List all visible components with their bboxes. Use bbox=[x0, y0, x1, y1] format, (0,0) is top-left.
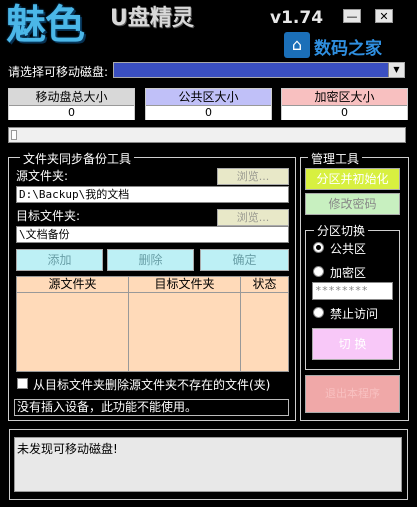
app-logo-subtitle: U盘精灵 bbox=[110, 6, 194, 31]
source-folder-input[interactable]: D:\Backup\我的文档 bbox=[16, 186, 289, 203]
delete-missing-checkbox[interactable] bbox=[17, 378, 28, 389]
stat-title: 公共区大小 bbox=[146, 89, 271, 106]
close-button[interactable]: ✕ bbox=[375, 9, 393, 23]
radio-encrypted[interactable] bbox=[313, 266, 324, 277]
brand-link[interactable]: ⌂ 数码之家 bbox=[284, 32, 410, 59]
backup-group-title: 文件夹同步备份工具 bbox=[20, 150, 135, 167]
disk-select[interactable]: ▼ bbox=[113, 62, 405, 78]
column-header-source[interactable]: 源文件夹 bbox=[17, 277, 129, 293]
stat-value: 0 bbox=[146, 106, 271, 120]
minimize-button[interactable]: — bbox=[343, 9, 361, 23]
radio-forbid-label: 禁止访问 bbox=[330, 307, 379, 321]
scroll-thumb[interactable] bbox=[11, 130, 17, 140]
delete-missing-label: 从目标文件夹删除源文件夹不存在的文件(夹) bbox=[33, 378, 271, 392]
stat-title: 移动盘总大小 bbox=[9, 89, 134, 106]
target-folder-input[interactable]: \文档备份 bbox=[16, 226, 289, 243]
radio-encrypted-label: 加密区 bbox=[330, 266, 367, 280]
log-text: 未发现可移动磁盘! bbox=[14, 437, 402, 492]
browse-target-button[interactable]: 浏览... bbox=[217, 209, 289, 226]
stat-value: 0 bbox=[9, 106, 134, 120]
home-icon: ⌂ bbox=[284, 32, 310, 58]
manage-group-title: 管理工具 bbox=[308, 150, 363, 167]
brand-text: 数码之家 bbox=[314, 39, 382, 59]
progress-scrollbar[interactable] bbox=[8, 127, 406, 143]
add-button[interactable]: 添加 bbox=[16, 249, 103, 271]
eject-button[interactable]: 退出本程序 bbox=[305, 375, 400, 413]
stat-encrypted-size: 加密区大小 0 bbox=[281, 88, 408, 120]
source-folder-label: 源文件夹: bbox=[16, 169, 69, 183]
app-logo: 魅色 bbox=[6, 2, 85, 48]
partition-init-button[interactable]: 分区并初始化 bbox=[305, 168, 400, 190]
radio-public-label: 公共区 bbox=[330, 242, 367, 256]
delete-button[interactable]: 删除 bbox=[107, 249, 194, 271]
stat-public-size: 公共区大小 0 bbox=[145, 88, 272, 120]
switch-group-title: 分区切换 bbox=[314, 222, 369, 239]
column-header-target[interactable]: 目标文件夹 bbox=[129, 277, 241, 293]
confirm-button[interactable]: 确定 bbox=[200, 249, 289, 271]
disk-select-label: 请选择可移动磁盘: bbox=[8, 65, 109, 79]
browse-source-button[interactable]: 浏览... bbox=[217, 168, 289, 185]
stat-total-size: 移动盘总大小 0 bbox=[8, 88, 135, 120]
backup-status-text: 没有插入设备，此功能不能使用。 bbox=[14, 399, 289, 416]
target-folder-label: 目标文件夹: bbox=[16, 209, 81, 223]
password-input[interactable]: ******** bbox=[312, 282, 393, 300]
change-password-button[interactable]: 修改密码 bbox=[305, 193, 400, 215]
column-header-status[interactable]: 状态 bbox=[241, 277, 288, 293]
stat-title: 加密区大小 bbox=[282, 89, 407, 106]
radio-public[interactable] bbox=[313, 242, 324, 253]
stat-value: 0 bbox=[282, 106, 407, 120]
column-divider bbox=[128, 292, 129, 371]
version-label: v1.74 bbox=[270, 8, 324, 28]
chevron-down-icon[interactable]: ▼ bbox=[388, 63, 404, 77]
switch-button[interactable]: 切 换 bbox=[312, 328, 393, 360]
column-divider bbox=[240, 292, 241, 371]
sync-table[interactable]: 源文件夹 目标文件夹 状态 bbox=[16, 276, 289, 372]
radio-forbid[interactable] bbox=[313, 307, 324, 318]
